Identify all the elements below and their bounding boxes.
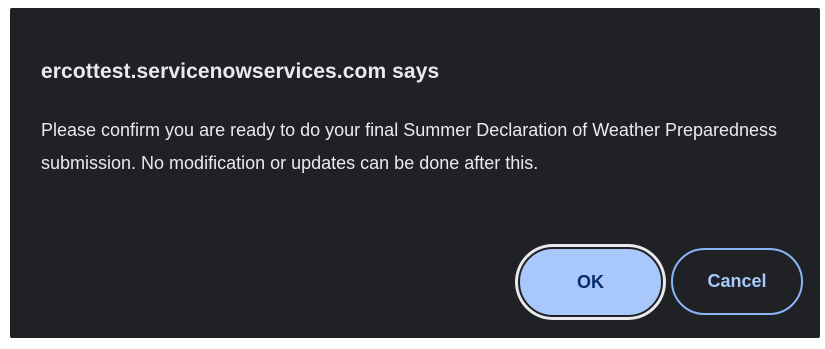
ok-button[interactable]: OK [518,247,663,317]
dialog-message: Please confirm you are ready to do your … [41,120,778,173]
cancel-button[interactable]: Cancel [671,248,803,315]
dialog-title: ercottest.servicenowservices.com says [41,60,440,83]
alert-dialog: ercottest.servicenowservices.com says Pl… [10,8,820,338]
